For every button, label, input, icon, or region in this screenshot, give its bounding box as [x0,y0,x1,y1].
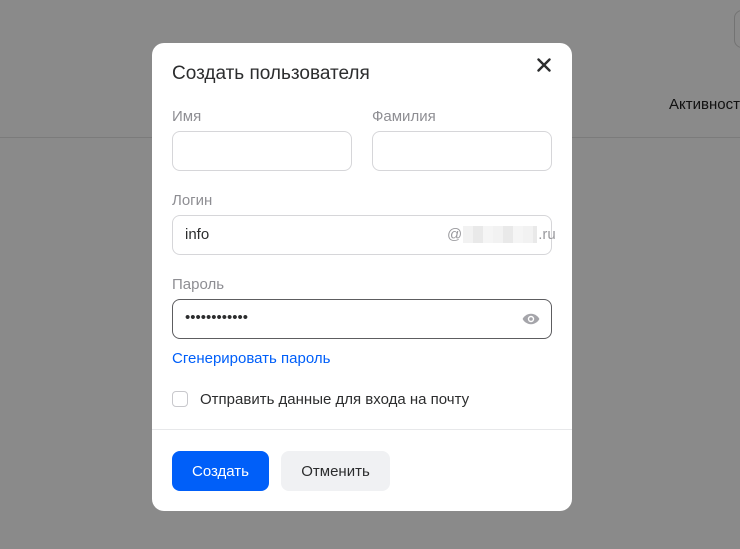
create-user-modal: Создать пользователя Имя Фамилия Логин i… [152,43,572,511]
first-name-input[interactable] [172,131,352,171]
login-domain: @ .ru [447,226,556,243]
domain-redacted [463,226,538,243]
close-button[interactable] [532,53,556,77]
send-credentials-label[interactable]: Отправить данные для входа на почту [200,391,469,408]
modal-title: Создать пользователя [172,63,370,84]
domain-tld: .ru [538,226,556,243]
password-label: Пароль [172,276,225,293]
last-name-input[interactable] [372,131,552,171]
domain-at-sign: @ [447,226,463,243]
last-name-label: Фамилия [372,108,436,125]
generate-password-link[interactable]: Сгенерировать пароль [172,350,330,367]
send-credentials-checkbox[interactable] [172,391,188,407]
cancel-button[interactable]: Отменить [281,451,390,491]
login-value: info [185,226,210,243]
footer-divider [152,429,572,430]
first-name-label: Имя [172,108,202,125]
create-button[interactable]: Создать [172,451,269,491]
password-masked-value: •••••••••••• [185,309,249,326]
login-label: Логин [172,192,213,209]
eye-icon[interactable] [522,313,540,325]
close-icon [537,58,551,72]
